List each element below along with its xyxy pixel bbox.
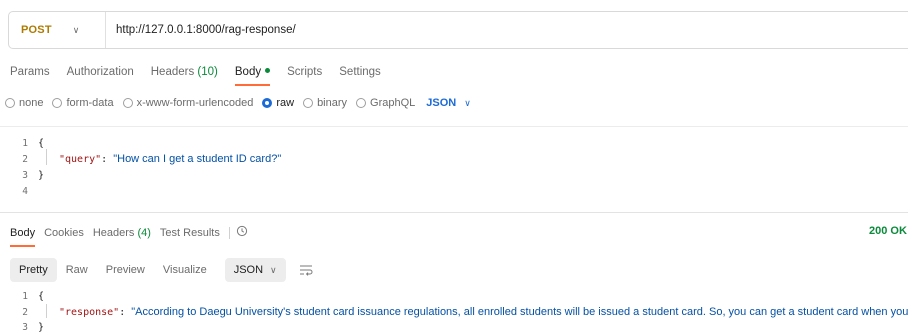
body-type-label: none bbox=[19, 97, 44, 109]
code-line: 1 { bbox=[0, 288, 44, 304]
json-key: "query" bbox=[59, 154, 102, 165]
code-line: 3 } bbox=[0, 319, 44, 333]
body-type-raw[interactable]: raw bbox=[262, 97, 294, 109]
tab-label: Authorization bbox=[66, 66, 134, 78]
tab-cookies[interactable]: Cookies bbox=[44, 227, 84, 239]
json-value: "According to Daegu University's student… bbox=[131, 306, 908, 318]
response-body-viewer[interactable]: 1 { 2 "response": "According to Daegu Un… bbox=[0, 288, 908, 333]
tab-label: Params bbox=[10, 66, 50, 78]
method-label: POST bbox=[21, 24, 52, 36]
code-line: 2 "response": "According to Daegu Univer… bbox=[0, 304, 908, 320]
tab-label: Headers bbox=[92, 226, 135, 239]
line-number: 1 bbox=[22, 137, 28, 149]
code-line: 2 "query": "How can I get a student ID c… bbox=[0, 151, 281, 167]
history-icon[interactable] bbox=[236, 225, 248, 240]
tab-response-body[interactable]: Body bbox=[10, 226, 36, 247]
url-input[interactable]: http://127.0.0.1:8000/rag-response/ bbox=[106, 24, 296, 36]
code-content: "response": "According to Daegu Universi… bbox=[38, 306, 908, 318]
request-tabs: Params Authorization Headers (10) Body S… bbox=[10, 66, 398, 86]
line-number: 4 bbox=[22, 185, 28, 197]
body-type-graphql[interactable]: GraphQL bbox=[356, 97, 415, 109]
body-type-selector: none form-data x-www-form-urlencoded raw… bbox=[5, 97, 471, 109]
view-visualize[interactable]: Visualize bbox=[154, 258, 216, 282]
response-toolbar: Pretty Raw Preview Visualize JSON ∨ bbox=[10, 257, 314, 283]
method-selector[interactable]: POST ∨ bbox=[9, 12, 105, 48]
tab-label: Test Results bbox=[159, 226, 220, 239]
view-pretty[interactable]: Pretty bbox=[10, 258, 57, 282]
tab-test-results[interactable]: Test Results bbox=[160, 227, 220, 239]
json-value: "How can I get a student ID card?" bbox=[113, 153, 282, 165]
raw-format-dropdown[interactable]: JSON ∨ bbox=[426, 97, 471, 109]
view-preview[interactable]: Preview bbox=[97, 258, 154, 282]
line-number: 2 bbox=[22, 153, 28, 165]
json-colon: : bbox=[101, 154, 108, 165]
code-brace: } bbox=[38, 169, 45, 181]
tab-label: Headers bbox=[150, 66, 195, 78]
status-badge: 200 OK bbox=[869, 225, 907, 237]
response-format-dropdown[interactable]: JSON ∨ bbox=[224, 258, 286, 282]
pane-divider[interactable] bbox=[0, 212, 908, 213]
request-body-editor[interactable]: 1 { 2 "query": "How can I get a student … bbox=[0, 126, 908, 206]
format-label: JSON bbox=[426, 97, 457, 109]
code-brace: { bbox=[38, 290, 45, 302]
body-type-binary[interactable]: binary bbox=[303, 97, 347, 109]
chevron-down-icon: ∨ bbox=[72, 24, 80, 35]
wrap-lines-icon[interactable] bbox=[298, 262, 314, 278]
body-type-none[interactable]: none bbox=[5, 97, 43, 109]
tab-label: Settings bbox=[339, 66, 381, 78]
tab-label: Body bbox=[10, 226, 36, 239]
line-number: 3 bbox=[22, 169, 28, 181]
tab-settings[interactable]: Settings bbox=[339, 66, 381, 78]
line-number: 3 bbox=[22, 321, 28, 333]
body-type-label: raw bbox=[276, 97, 295, 109]
code-line: 1 { bbox=[0, 135, 44, 151]
json-key: "response" bbox=[59, 307, 120, 318]
body-type-label: GraphQL bbox=[370, 97, 416, 109]
headers-count: (10) bbox=[197, 66, 218, 78]
modified-dot-icon bbox=[265, 68, 271, 74]
tab-authorization[interactable]: Authorization bbox=[67, 66, 134, 78]
chevron-down-icon: ∨ bbox=[270, 264, 277, 275]
body-type-form-data[interactable]: form-data bbox=[52, 97, 114, 109]
tab-headers[interactable]: Headers (10) bbox=[151, 66, 218, 78]
radio-icon bbox=[356, 98, 367, 108]
response-tabs: Body Cookies Headers (4) Test Results bbox=[10, 225, 248, 247]
body-type-label: binary bbox=[317, 97, 348, 109]
code-line: 4 bbox=[0, 183, 38, 199]
chevron-down-icon: ∨ bbox=[464, 97, 471, 108]
tab-params[interactable]: Params bbox=[10, 66, 50, 78]
divider bbox=[228, 226, 230, 239]
line-number: 2 bbox=[22, 306, 28, 318]
code-content: "query": "How can I get a student ID car… bbox=[38, 153, 281, 165]
tab-label: Cookies bbox=[44, 226, 84, 239]
radio-selected-icon bbox=[262, 98, 273, 108]
code-brace: } bbox=[38, 321, 45, 333]
body-type-urlencoded[interactable]: x-www-form-urlencoded bbox=[122, 97, 254, 109]
tab-label: Scripts bbox=[287, 66, 323, 78]
line-number: 1 bbox=[22, 290, 28, 302]
radio-icon bbox=[303, 98, 314, 108]
tab-label: Body bbox=[234, 66, 262, 78]
radio-icon bbox=[52, 98, 63, 108]
headers-count: (4) bbox=[137, 226, 151, 239]
tab-scripts[interactable]: Scripts bbox=[287, 66, 322, 78]
radio-icon bbox=[122, 98, 133, 108]
body-type-label: form-data bbox=[66, 97, 114, 109]
code-line: 3 } bbox=[0, 167, 44, 183]
request-url-bar: POST ∨ http://127.0.0.1:8000/rag-respons… bbox=[8, 11, 908, 49]
tab-response-headers[interactable]: Headers (4) bbox=[93, 227, 151, 239]
body-type-label: x-www-form-urlencoded bbox=[136, 97, 254, 109]
tab-body[interactable]: Body bbox=[234, 66, 271, 86]
radio-icon bbox=[5, 98, 15, 108]
json-colon: : bbox=[119, 307, 126, 318]
view-raw[interactable]: Raw bbox=[57, 258, 97, 282]
format-label: JSON bbox=[233, 264, 264, 276]
code-brace: { bbox=[38, 137, 45, 149]
